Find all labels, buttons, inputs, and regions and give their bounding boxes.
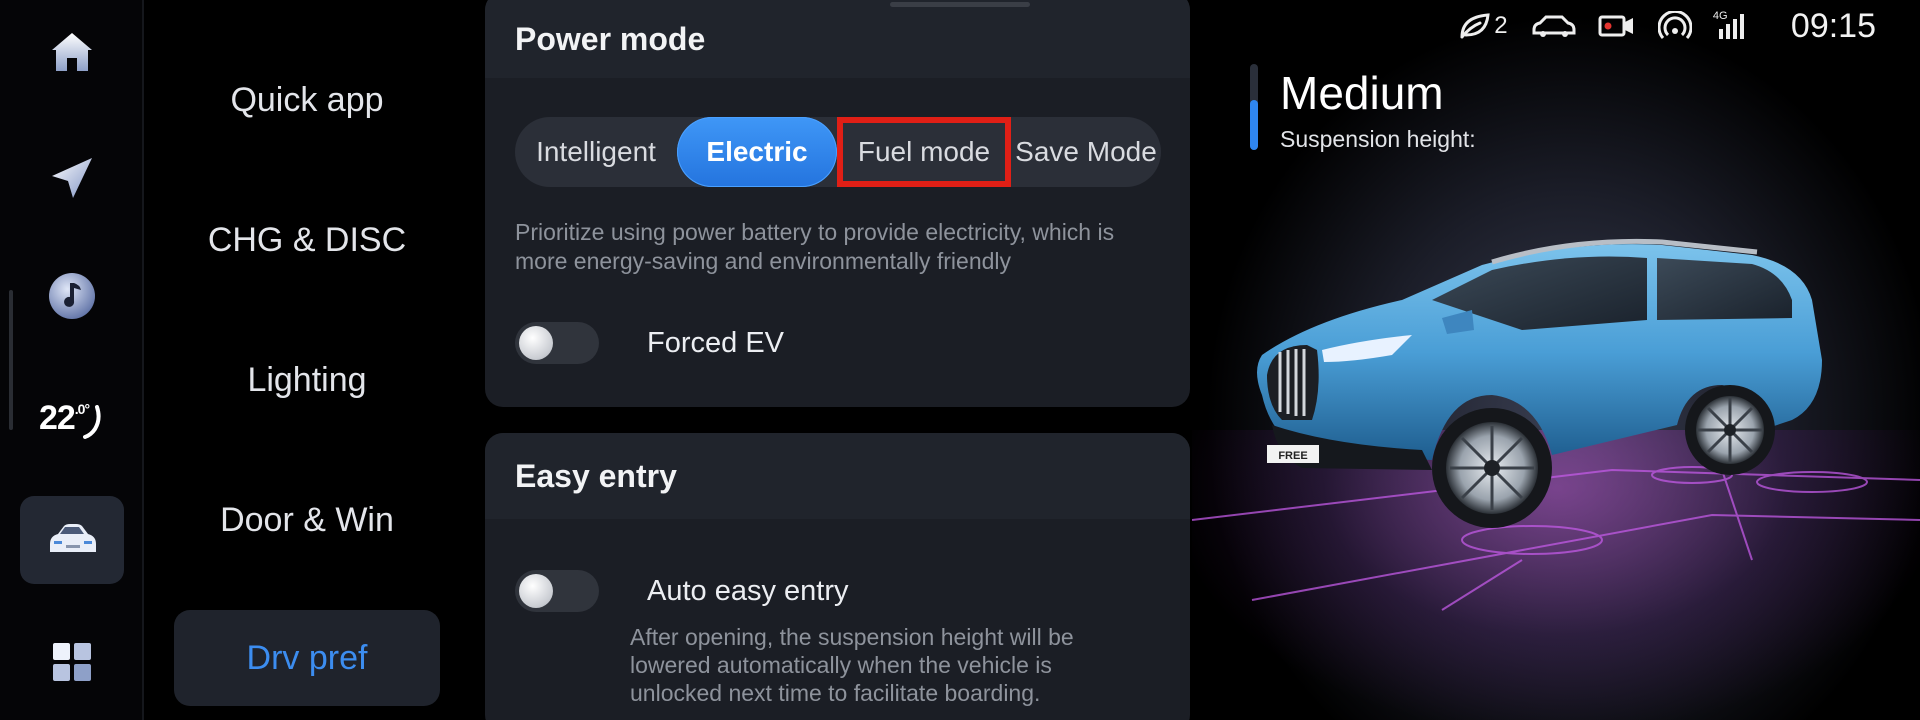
status-bar: 2 4G 09:15 [1455, 6, 1876, 46]
home-icon [52, 33, 92, 71]
auto-easy-entry-row: Auto easy entry [515, 570, 849, 612]
toggle-knob [519, 326, 553, 360]
forced-ev-label: Forced EV [647, 326, 784, 359]
auto-easy-entry-toggle[interactable] [515, 570, 599, 612]
hotspot-icon [1657, 11, 1692, 39]
hotspot-status[interactable] [1655, 10, 1695, 42]
temperature-value: 22 [38, 399, 76, 437]
music-button[interactable] [20, 252, 124, 340]
power-mode-description: Prioritize using power battery to provid… [515, 219, 1115, 274]
subnav-item-drv-pref[interactable]: Drv pref [174, 610, 440, 706]
easy-entry-title: Easy entry [485, 433, 1190, 519]
eco-count: 2 [1494, 12, 1508, 39]
power-mode-option-save[interactable]: Save Mode [1011, 117, 1161, 187]
power-mode-selector: Intelligent Electric Fuel mode Save Mode [515, 117, 1161, 187]
eco-leaf-icon [1460, 13, 1490, 39]
music-icon [49, 273, 95, 319]
dashcam-status[interactable] [1597, 10, 1637, 42]
navigation-icon [52, 158, 92, 198]
drag-handle[interactable] [890, 2, 1030, 7]
seat-heat-icon [83, 405, 101, 439]
navigation-button[interactable] [20, 134, 124, 222]
forced-ev-toggle[interactable] [515, 322, 599, 364]
subnav-item-lighting[interactable]: Lighting [174, 332, 440, 428]
vehicle-settings-button[interactable] [20, 496, 124, 584]
easy-entry-card: Easy entry Auto easy entry After opening… [485, 433, 1190, 720]
subnav-item-door-win[interactable]: Door & Win [174, 472, 440, 568]
suspension-label: Suspension height: [1280, 126, 1476, 152]
temperature-readout: 22.0° [39, 399, 105, 441]
toggle-knob [519, 574, 553, 608]
power-mode-option-fuel[interactable]: Fuel mode [837, 117, 1011, 187]
home-button[interactable] [20, 8, 124, 96]
power-mode-option-intelligent[interactable]: Intelligent [515, 117, 677, 187]
car-status[interactable] [1529, 10, 1579, 42]
app-dock: 22.0° [0, 0, 142, 720]
clock: 09:15 [1790, 6, 1876, 45]
apps-grid-icon [53, 643, 91, 681]
forced-ev-row: Forced EV [515, 322, 784, 364]
power-mode-option-electric[interactable]: Electric [677, 117, 837, 187]
dashcam-icon [1598, 15, 1633, 37]
settings-subnav: Quick app CHG & DISC Lighting Door & Win… [144, 0, 464, 720]
suspension-level: Medium [1280, 67, 1444, 119]
cellular-status[interactable]: 4G [1713, 10, 1747, 42]
easy-entry-description: After opening, the suspension height wil… [630, 624, 1074, 706]
car-icon [50, 524, 96, 552]
suspension-height-indicator [1250, 64, 1258, 150]
suspension-height-fill [1250, 100, 1258, 150]
plate-text: FREE [1278, 450, 1307, 462]
eco-status[interactable]: 2 [1455, 10, 1511, 42]
power-mode-title: Power mode [485, 0, 1190, 78]
network-type: 4G [1712, 10, 1728, 22]
subnav-item-chg-disc[interactable]: CHG & DISC [174, 192, 440, 288]
apps-button[interactable] [20, 618, 124, 706]
auto-easy-entry-label: Auto easy entry [647, 574, 849, 607]
power-mode-card: Power mode Intelligent Electric Fuel mod… [485, 0, 1190, 407]
dock-scrollbar[interactable] [9, 290, 13, 430]
car-outline-icon [1532, 15, 1576, 37]
subnav-item-quick-app[interactable]: Quick app [174, 52, 440, 148]
climate-button[interactable]: 22.0° [20, 376, 124, 464]
